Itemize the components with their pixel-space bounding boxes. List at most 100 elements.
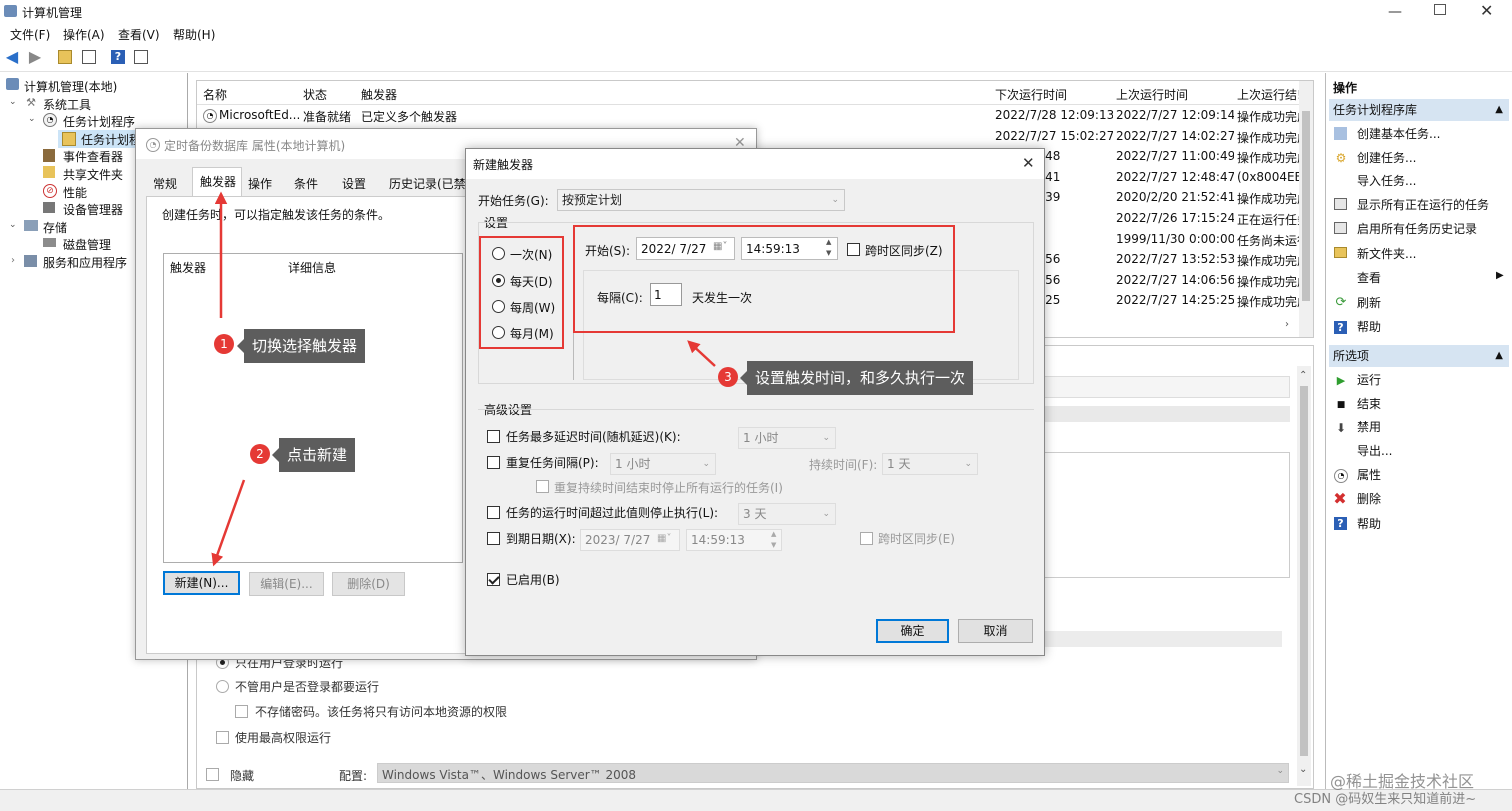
whether-logged-radio[interactable] [216,680,229,693]
tree-task-library[interactable]: 任务计划程 [81,131,141,148]
cancel-button[interactable]: 取消 [958,619,1033,643]
tab-history[interactable]: 历史记录(已禁 [389,175,467,192]
help-icon[interactable]: ? [111,50,125,64]
new-trigger-button[interactable]: 新建(N)... [163,571,240,595]
action-create-basic-task[interactable]: 创建基本任务... [1357,123,1440,145]
tree-services[interactable]: 服务和应用程序 [43,254,127,271]
action-help[interactable]: 帮助 [1357,316,1381,338]
stop-if-select[interactable]: 3 天 ⌄ [738,503,836,525]
action-properties[interactable]: 属性 [1357,464,1381,486]
tree-event-viewer[interactable]: 事件查看器 [63,148,123,165]
action-create-task[interactable]: 创建任务... [1357,147,1416,169]
tree-device-manager[interactable]: 设备管理器 [63,201,123,218]
forward-arrow-icon[interactable]: ▶ [28,49,42,65]
action-view[interactable]: 查看 [1357,267,1381,289]
expand-chevron-icon[interactable]: ⌄ [28,114,36,124]
expire-time-spinner[interactable]: 14:59:13 ▲ ▼ [686,529,782,551]
ok-button[interactable]: 确定 [876,619,949,643]
spinner-up-icon[interactable]: ▲ [771,530,776,538]
expand-chevron-icon[interactable]: ⌄ [9,220,17,230]
close-window-button[interactable]: ✕ [1480,1,1493,20]
tab-conditions[interactable]: 条件 [294,175,318,192]
task-library-section-header[interactable]: 任务计划程序库 ▲ [1329,99,1509,121]
menu-view[interactable]: 查看(V) [118,26,160,43]
trigger-list-box[interactable]: 触发器 详细信息 [163,253,463,563]
no-store-pwd-checkbox[interactable] [235,705,248,718]
close-icon[interactable]: ✕ [1022,154,1035,172]
show-hide-tree-icon[interactable] [82,50,96,64]
action-delete[interactable]: 删除 [1357,488,1381,510]
stop-all-checkbox[interactable] [536,480,549,493]
repeat-label[interactable]: 重复任务间隔(P): [506,454,599,471]
highest-privilege-checkbox[interactable] [216,731,229,744]
menu-help[interactable]: 帮助(H) [173,26,215,43]
table-row[interactable]: 2022/7/28 12:09:13 2022/7/27 12:09:14 操作成功… [995,108,1301,128]
collapse-up-icon[interactable]: ▲ [1495,99,1503,121]
col-last-result[interactable]: 上次运行结! [1237,86,1301,103]
tree-disk-management[interactable]: 磁盘管理 [63,236,111,253]
action-help-selected[interactable]: 帮助 [1357,513,1381,535]
config-select[interactable]: Windows Vista™、Windows Server™ 2008 ⌄ [377,763,1289,783]
repeat-checkbox[interactable] [487,456,500,469]
col-last-run[interactable]: 上次运行时间 [1116,86,1188,103]
menu-action[interactable]: 操作(A) [63,26,105,43]
back-arrow-icon[interactable]: ◀ [5,49,19,65]
action-new-folder[interactable]: 新文件夹... [1357,243,1416,265]
expand-chevron-icon[interactable]: ⌄ [9,97,17,107]
delay-checkbox[interactable] [487,430,500,443]
calendar-icon[interactable]: ▦˅ [657,533,671,544]
collapse-up-icon[interactable]: ▲ [1495,345,1503,367]
delete-trigger-button[interactable]: 删除(D) [332,572,405,596]
tab-general[interactable]: 常规 [153,175,177,192]
enabled-label[interactable]: 已启用(B) [506,571,560,588]
stop-if-label[interactable]: 任务的运行时间超过此值则停止执行(L): [506,504,718,521]
action-refresh[interactable]: 刷新 [1357,292,1381,314]
tree-shared-folders[interactable]: 共享文件夹 [63,166,123,183]
hidden-checkbox[interactable] [206,768,219,781]
action-import-task[interactable]: 导入任务... [1357,170,1416,192]
tree-root[interactable]: 计算机管理(本地) [24,78,117,95]
action-export[interactable]: 导出... [1357,440,1392,462]
selected-item-section-header[interactable]: 所选项 ▲ [1329,345,1509,367]
folder-up-icon[interactable] [58,50,72,64]
action-run[interactable]: 运行 [1357,369,1381,391]
scroll-down-arrow-icon[interactable]: ⌄ [1299,764,1307,775]
col-next-run[interactable]: 下次运行时间 [995,86,1067,103]
minimize-button[interactable]: — [1388,4,1404,20]
tree-task-scheduler[interactable]: 任务计划程序 [63,113,135,130]
menu-file[interactable]: 文件(F) [10,26,50,43]
expire-sync-checkbox[interactable] [860,532,873,545]
action-enable-history[interactable]: 启用所有任务历史记录 [1357,218,1477,240]
repeat-select[interactable]: 1 小时 ⌄ [610,453,716,475]
delay-select[interactable]: 1 小时 ⌄ [738,427,836,449]
scroll-up-arrow-icon[interactable]: ⌃ [1299,370,1307,381]
expire-date-picker[interactable]: 2023/ 7/27 ▦˅ [580,529,680,551]
edit-trigger-button[interactable]: 编辑(E)... [249,572,324,596]
scroll-thumb[interactable] [1302,111,1310,301]
tree-performance[interactable]: 性能 [63,184,87,201]
duration-select[interactable]: 1 天 ⌄ [882,453,978,475]
tab-triggers[interactable]: 触发器 [200,173,236,190]
task-row-name[interactable]: MicrosoftEd... [219,108,300,122]
action-end[interactable]: 结束 [1357,393,1381,415]
scroll-right-arrow-icon[interactable]: › [1285,319,1289,330]
spinner-down-icon[interactable]: ▼ [771,541,776,549]
stop-if-checkbox[interactable] [487,506,500,519]
expand-arrow-icon[interactable]: › [11,255,15,266]
tree-system-tools[interactable]: 系统工具 [43,96,91,113]
table-row[interactable]: 2022/7/27 15:02:27 2022/7/27 14:02:27 操作成功… [995,129,1301,149]
col-name[interactable]: 名称 [203,86,227,103]
begin-task-select[interactable]: 按预定计划 ⌄ [557,189,845,211]
enabled-checkbox[interactable] [487,573,500,586]
tab-actions[interactable]: 操作 [248,175,272,192]
col-trigger[interactable]: 触发器 [361,86,397,103]
expire-checkbox[interactable] [487,532,500,545]
scroll-thumb[interactable] [1300,386,1308,756]
restore-icon[interactable] [1434,4,1446,15]
action-disable[interactable]: 禁用 [1357,416,1381,438]
col-status[interactable]: 状态 [303,86,327,103]
tab-settings[interactable]: 设置 [342,175,366,192]
expire-label[interactable]: 到期日期(X): [506,530,576,547]
action-pane-icon[interactable] [134,50,148,64]
tree-storage[interactable]: 存储 [43,219,67,236]
